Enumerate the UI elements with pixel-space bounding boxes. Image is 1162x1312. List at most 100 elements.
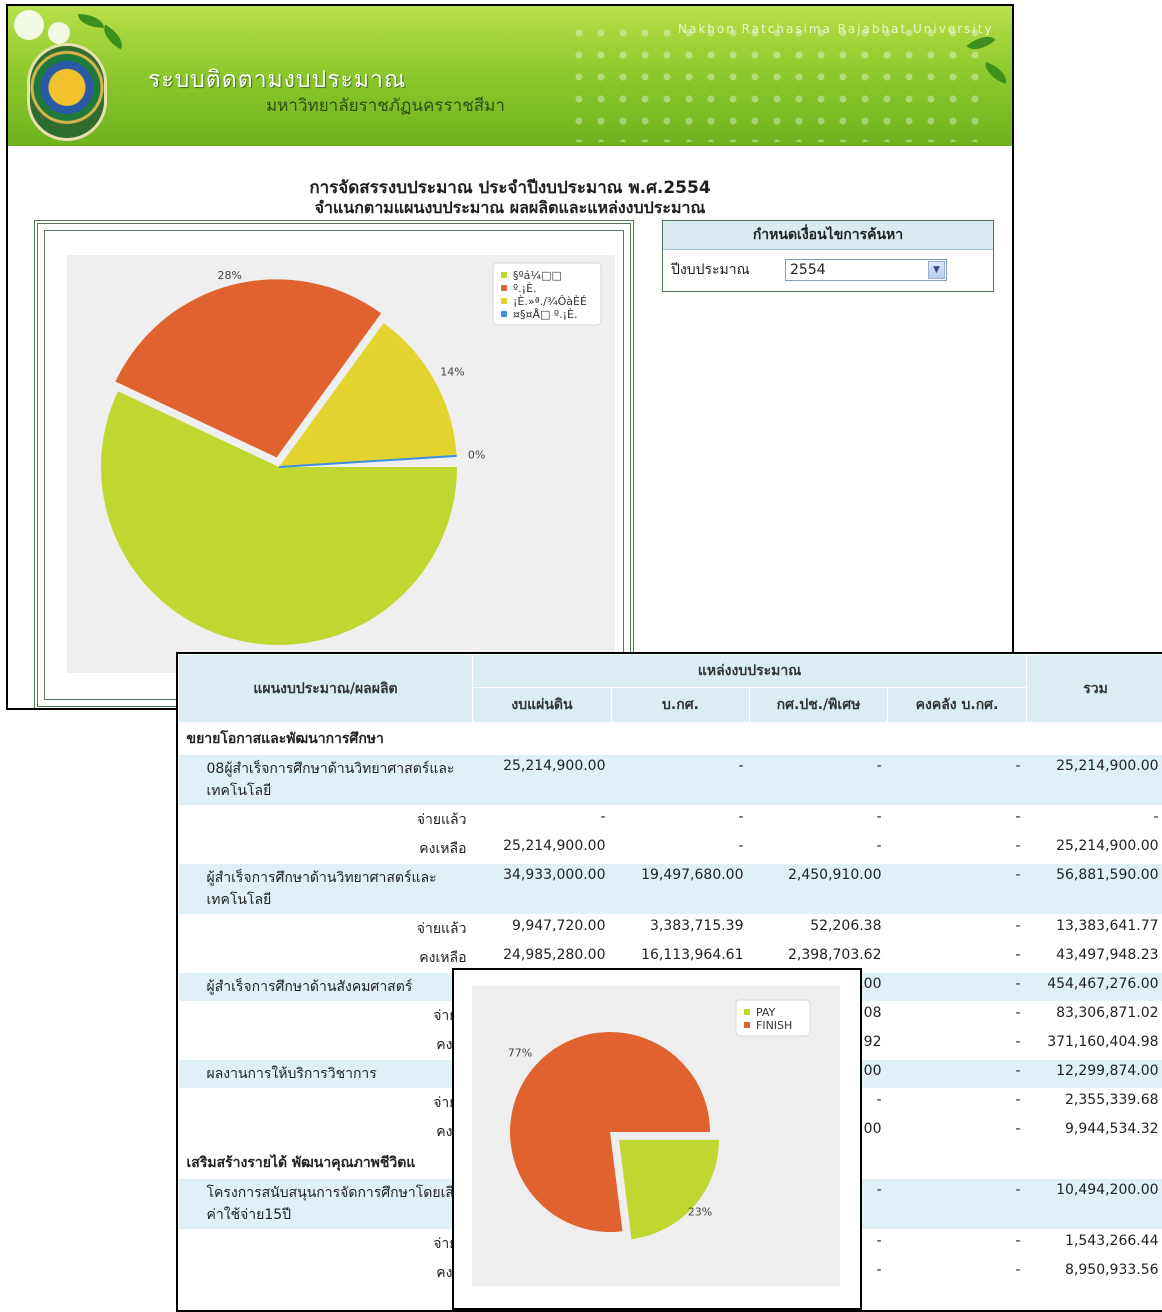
row-name: คงเห bbox=[179, 1031, 473, 1060]
cell-value: 25,214,900.00 bbox=[473, 835, 612, 864]
cell-value: - bbox=[750, 755, 888, 806]
payment-pie-chart: 23%77%PAYFINISH bbox=[472, 986, 840, 1286]
budget-source-pie-chart: 57%28%14%0%§ºá¼□□º.¡È.¡È.»ª./¾ÔàÈÉ¤§¤Å□ … bbox=[67, 255, 615, 673]
cell-value: 25,214,900.00 bbox=[1027, 755, 1162, 806]
row-name: คงเหลือ bbox=[179, 835, 473, 864]
cell-value: - bbox=[888, 1259, 1027, 1288]
row-name: จ่ายแ bbox=[179, 1002, 473, 1031]
legend-swatch bbox=[744, 1022, 750, 1028]
cell-value: - bbox=[750, 835, 888, 864]
cell-value: - bbox=[888, 1031, 1027, 1060]
cell-value: 454,467,276.00 bbox=[1027, 973, 1162, 1002]
cell-value: - bbox=[888, 1089, 1027, 1118]
cell-value: - bbox=[612, 806, 750, 835]
legend-swatch bbox=[501, 272, 507, 278]
cell-value: - bbox=[888, 1118, 1027, 1147]
legend-label: FINISH bbox=[756, 1019, 792, 1032]
pie-slice-label: 0% bbox=[468, 449, 485, 462]
cell-value: 13,383,641.77 bbox=[1027, 915, 1162, 944]
cell-value: - bbox=[888, 944, 1027, 973]
cell-value: 9,947,720.00 bbox=[473, 915, 612, 944]
row-name: จ่ายแล้ว bbox=[179, 806, 473, 835]
cell-value: - bbox=[888, 835, 1027, 864]
cell-value: 25,214,900.00 bbox=[473, 755, 612, 806]
cell-value: - bbox=[888, 1230, 1027, 1259]
cell-value: 10,494,200.00 bbox=[1027, 1179, 1162, 1230]
cell-value: 9,944,534.32 bbox=[1027, 1118, 1162, 1147]
cell-value: 2,355,339.68 bbox=[1027, 1089, 1162, 1118]
cell-value: 2,450,910.00 bbox=[750, 864, 888, 915]
cell-value: 371,160,404.98 bbox=[1027, 1031, 1162, 1060]
search-panel-title: กำหนดเงื่อนไขการค้นหา bbox=[663, 221, 993, 250]
chart-frame: 57%28%14%0%§ºá¼□□º.¡È.¡È.»ª./¾ÔàÈÉ¤§¤Å□ … bbox=[34, 220, 634, 710]
leaf-decoration bbox=[78, 14, 104, 28]
row-name: จ่ายแล้ว bbox=[179, 915, 473, 944]
cell-value: - bbox=[612, 755, 750, 806]
row-name: คงเห bbox=[179, 1118, 473, 1147]
cell-value: - bbox=[888, 864, 1027, 915]
cell-value: - bbox=[888, 1002, 1027, 1031]
row-name: จ่ายแ bbox=[179, 1230, 473, 1259]
cell-value: - bbox=[888, 915, 1027, 944]
cell-value: 83,306,871.02 bbox=[1027, 1002, 1162, 1031]
cell-value: 43,497,948.23 bbox=[1027, 944, 1162, 973]
fiscal-year-value: 2554 bbox=[790, 262, 826, 278]
cell-value: 34,933,000.00 bbox=[473, 864, 612, 915]
cell-value: - bbox=[888, 755, 1027, 806]
legend-label: §ºá¼□□ bbox=[513, 269, 562, 282]
cell-value: - bbox=[888, 1179, 1027, 1230]
budget-pie-svg: 57%28%14%0%§ºá¼□□º.¡È.¡È.»ª./¾ÔàÈÉ¤§¤Å□ … bbox=[67, 255, 615, 673]
row-name: คงเห bbox=[179, 1259, 473, 1288]
fiscal-year-label: ปีงบประมาณ bbox=[671, 259, 750, 281]
cell-value: 8,950,933.56 bbox=[1027, 1259, 1162, 1288]
header-col-state: งบแผ่นดิน bbox=[473, 688, 612, 723]
flower-decoration bbox=[48, 22, 70, 44]
cell-value: - bbox=[750, 806, 888, 835]
row-name: คงเหลือ bbox=[179, 944, 473, 973]
group-name: ขยายโอกาสและพัฒนาการศึกษา bbox=[179, 723, 1162, 755]
cell-value: - bbox=[612, 835, 750, 864]
header-total: รวม bbox=[1027, 655, 1162, 723]
cell-value: 3,383,715.39 bbox=[612, 915, 750, 944]
table-subrow: จ่ายแล้ว9,947,720.003,383,715.3952,206.3… bbox=[179, 915, 1162, 944]
cell-value: 1,543,266.44 bbox=[1027, 1230, 1162, 1259]
cell-value: 12,299,874.00 bbox=[1027, 1060, 1162, 1089]
cell-value: - bbox=[1027, 806, 1162, 835]
pie-slice-label: 77% bbox=[508, 1047, 532, 1060]
legend-label: º.¡È. bbox=[513, 282, 537, 295]
leaf-decoration bbox=[98, 24, 128, 49]
header-sources: แหล่งงบประมาณ bbox=[473, 655, 1027, 688]
university-name-english: Nakhon Ratchasima Rajabhat University bbox=[678, 22, 994, 36]
table-subrow: จ่ายแล้ว----- bbox=[179, 806, 1162, 835]
payment-pie-svg: 23%77%PAYFINISH bbox=[472, 986, 840, 1286]
search-panel: กำหนดเงื่อนไขการค้นหา ปีงบประมาณ 2554 ▼ bbox=[662, 220, 994, 292]
cell-value: 25,214,900.00 bbox=[1027, 835, 1162, 864]
legend-swatch bbox=[501, 311, 507, 317]
table-row: 08ผู้สำเร็จการศึกษาด้านวิทยาศาสตร์และเทค… bbox=[179, 755, 1162, 806]
table-group-row: ขยายโอกาสและพัฒนาการศึกษา bbox=[179, 723, 1162, 755]
header-col-special: กศ.ปช./พิเศษ bbox=[750, 688, 888, 723]
legend-swatch bbox=[501, 298, 507, 304]
report-subtitle: จำแนกตามแผนงบประมาณ ผลผลิตและแหล่งงบประม… bbox=[8, 196, 1012, 221]
row-name: ผลงานการให้บริการวิชาการ bbox=[179, 1060, 473, 1089]
cell-value: - bbox=[473, 806, 612, 835]
pie-slice-label: 28% bbox=[218, 269, 242, 282]
chevron-down-icon[interactable]: ▼ bbox=[928, 261, 945, 279]
budget-page-window: ระบบติดตามงบประมาณ มหาวิทยาลัยราชภัฏนครร… bbox=[6, 4, 1014, 710]
banner-decoration bbox=[568, 22, 988, 142]
table-subrow: คงเหลือ25,214,900.00---25,214,900.00 bbox=[179, 835, 1162, 864]
header-col-bks: บ.กศ. bbox=[612, 688, 750, 723]
university-name-thai: มหาวิทยาลัยราชภัฏนครราชสีมา bbox=[266, 92, 505, 119]
pie-slice-label: 14% bbox=[440, 366, 464, 379]
chart-inner-border: 57%28%14%0%§ºá¼□□º.¡È.¡È.»ª./¾ÔàÈÉ¤§¤Å□ … bbox=[44, 230, 624, 700]
header-col-reserve: คงคลัง บ.กศ. bbox=[888, 688, 1027, 723]
cell-value: 52,206.38 bbox=[750, 915, 888, 944]
row-name: ผู้สำเร็จการศึกษาด้านสังคมศาสตร์ bbox=[179, 973, 473, 1002]
cell-value: - bbox=[888, 973, 1027, 1002]
cell-value: 19,497,680.00 bbox=[612, 864, 750, 915]
fiscal-year-select[interactable]: 2554 ▼ bbox=[785, 259, 947, 281]
cell-value: 56,881,590.00 bbox=[1027, 864, 1162, 915]
cell-value: - bbox=[888, 1060, 1027, 1089]
header-plan: แผนงบประมาณ/ผลผลิต bbox=[179, 655, 473, 723]
legend-label: ¡È.»ª./¾ÔàÈÉ bbox=[513, 295, 587, 308]
